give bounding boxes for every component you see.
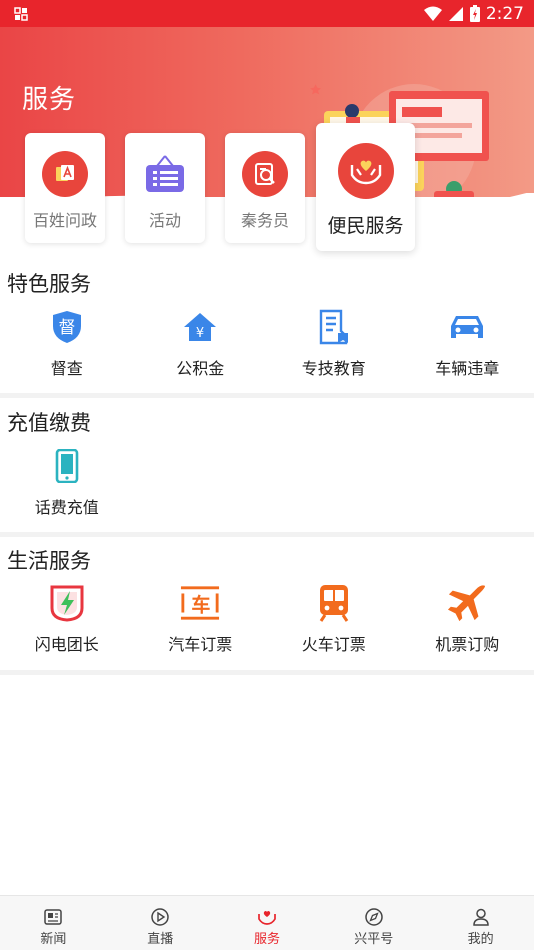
service-label: 专技教育 [301,359,366,378]
section-title-featured: 特色服务 [7,272,91,296]
lightning-icon [47,583,87,623]
nav-item-xingping[interactable]: 兴平号 [320,896,427,950]
phone-icon [47,446,87,486]
service-label: 督查 [50,359,83,378]
svg-text:车: 车 [192,594,211,617]
status-time: 2:27 [485,3,524,24]
car-icon [447,307,487,347]
quick-card-label: 秦务员 [240,211,289,230]
quick-card-label: 活动 [148,211,181,230]
status-bar: 2:27 [0,0,534,27]
service-label: 公积金 [176,359,225,378]
service-label: 车辆违章 [435,359,500,378]
plane-icon [447,583,487,623]
service-housing-fund[interactable]: ¥ 公积金 [134,307,268,379]
life-grid: 闪电团长 车 汽车订票 火车订票 机票订购 [0,583,534,655]
service-bus-ticket[interactable]: 车 汽车订票 [134,583,268,655]
nav-item-news[interactable]: 新闻 [0,896,107,950]
service-icon [256,907,278,927]
quick-card-activity[interactable]: 活动 [125,133,205,243]
service-label: 汽车订票 [168,635,233,654]
train-icon [314,583,354,623]
nav-label: 兴平号 [354,932,394,947]
signal-icon [448,6,463,21]
service-screen: 2:27 服务 百姓问政 活动 秦务员 便民服务 特色服务 督 督查 ¥ 公积金… [0,0,534,950]
supervise-shield-icon: 督 [47,307,87,347]
section-divider [0,670,534,675]
quick-card-qinwuyuan[interactable]: 秦务员 [225,133,305,243]
svg-text:¥: ¥ [196,326,204,341]
bus-ticket-icon: 车 [180,583,220,623]
quick-card-label: 便民服务 [327,215,404,237]
education-doc-icon [314,307,354,347]
notification-icon [14,6,28,21]
service-label: 火车订票 [301,635,366,654]
nav-label: 直播 [147,932,174,947]
nav-item-live[interactable]: 直播 [107,896,214,950]
svg-text:督: 督 [58,318,75,338]
compass-icon [363,907,385,927]
news-icon [42,907,64,927]
bottom-nav: 新闻 直播 服务 兴平号 我的 [0,895,534,950]
service-label: 机票订购 [435,635,500,654]
service-label: 话费充值 [34,498,99,517]
play-icon [149,907,171,927]
page-title: 服务 [22,85,77,115]
profile-icon [470,907,492,927]
service-train-ticket[interactable]: 火车订票 [267,583,401,655]
service-supervise[interactable]: 督 督查 [0,307,134,379]
activity-board-icon [142,151,188,197]
quick-card-wenzheng[interactable]: 百姓问政 [25,133,105,243]
service-lightning[interactable]: 闪电团长 [0,583,134,655]
nav-item-mine[interactable]: 我的 [427,896,534,950]
section-divider [0,532,534,537]
quick-card-label: 百姓问政 [32,211,97,230]
service-plane-ticket[interactable]: 机票订购 [401,583,534,655]
section-title-recharge: 充值缴费 [7,411,91,435]
nav-label: 服务 [253,932,280,947]
heart-hands-icon [337,143,394,199]
service-education[interactable]: 专技教育 [267,307,401,379]
section-divider [0,393,534,398]
service-car-violation[interactable]: 车辆违章 [401,307,534,379]
nav-item-service[interactable]: 服务 [214,896,321,950]
quick-card-bianmin[interactable]: 便民服务 [316,123,415,251]
nav-label: 新闻 [40,932,67,947]
service-phone-recharge[interactable]: 话费充值 [0,446,134,518]
housing-fund-icon: ¥ [180,307,220,347]
featured-grid: 督 督查 ¥ 公积金 专技教育 车辆违章 [0,307,534,379]
search-service-icon [242,151,288,197]
wifi-icon [423,6,442,21]
service-label: 闪电团长 [34,635,99,654]
recharge-grid: 话费充值 [0,446,534,518]
question-gov-icon [42,151,88,197]
battery-icon [469,5,480,22]
section-title-life: 生活服务 [7,549,91,573]
nav-label: 我的 [467,932,494,947]
